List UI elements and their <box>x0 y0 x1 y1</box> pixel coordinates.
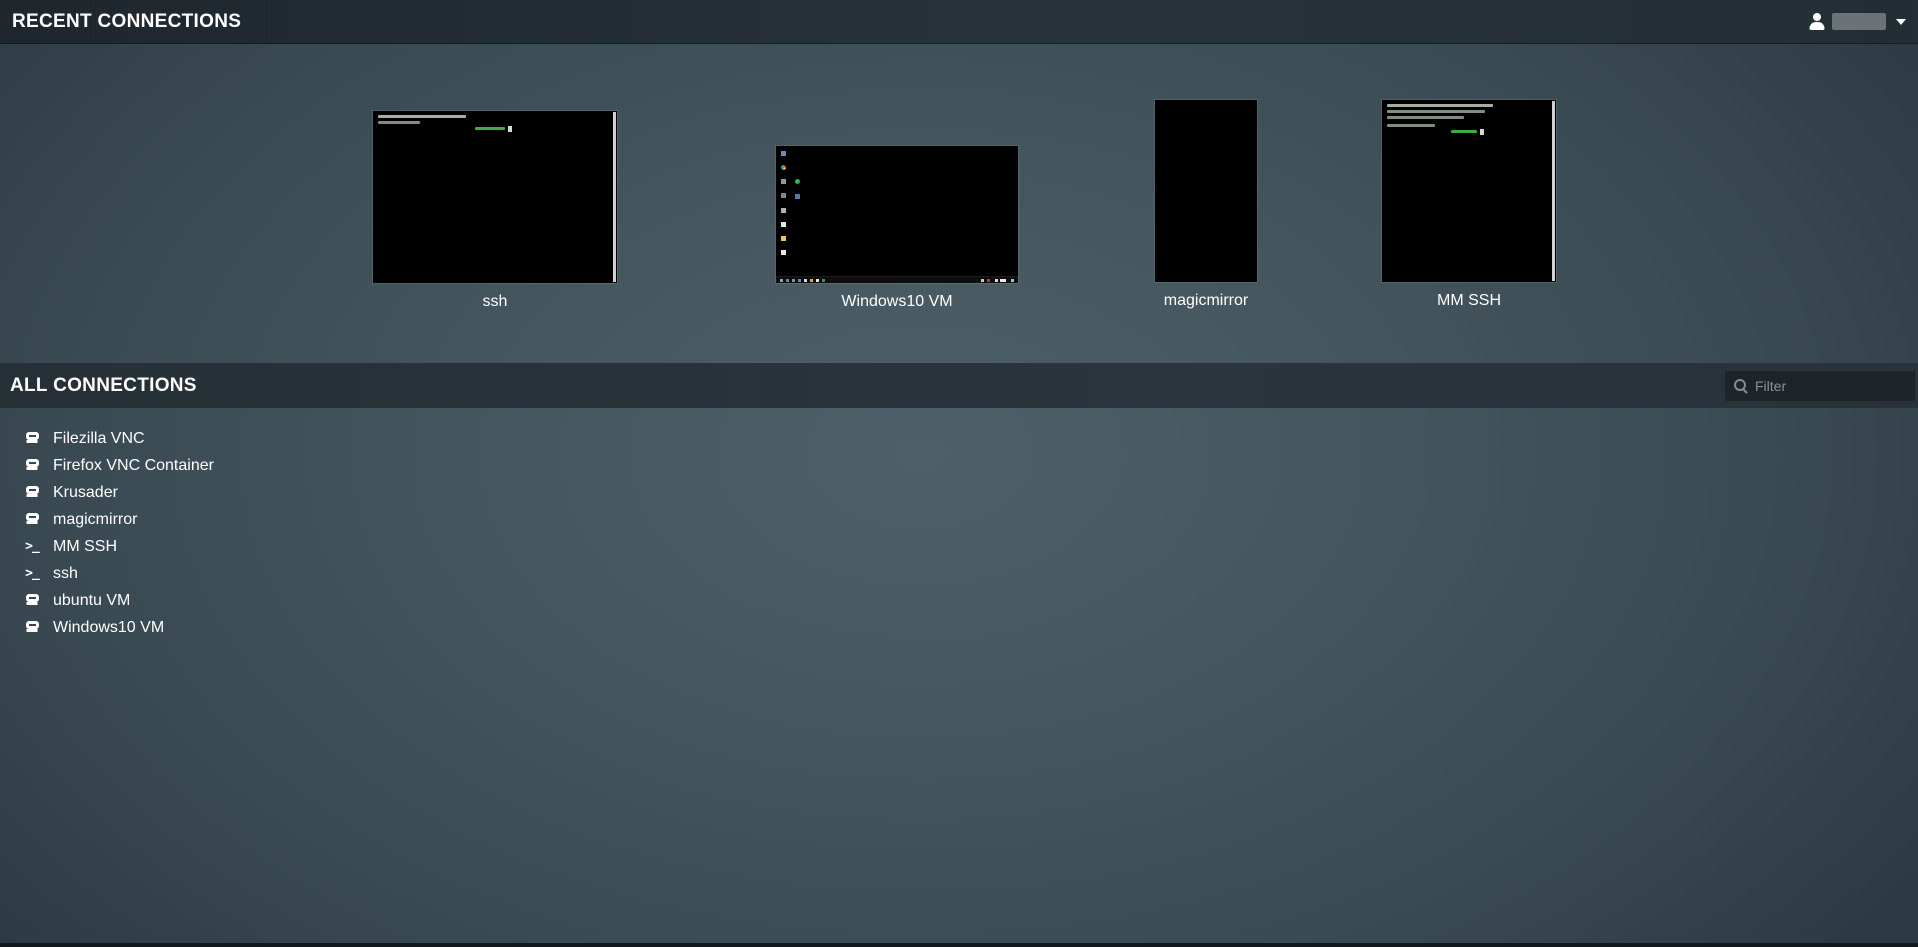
connection-list-item[interactable]: Firefox VNC Container <box>0 452 1918 479</box>
recent-connection-name: Windows10 VM <box>776 293 1018 311</box>
connection-thumbnail <box>1382 100 1556 282</box>
filter-input[interactable] <box>1755 378 1906 394</box>
connection-thumbnail <box>373 111 617 283</box>
section-title: ALL CONNECTIONS <box>10 375 197 397</box>
connection-name: Firefox VNC Container <box>53 457 214 475</box>
recent-connection-card[interactable]: magicmirror <box>1155 100 1257 310</box>
monitor-icon <box>20 432 44 446</box>
connection-name: Krusader <box>53 484 118 502</box>
guacamole-home: RECENT CONNECTIONS ssh <box>0 0 1918 947</box>
recent-connection-name: MM SSH <box>1382 292 1556 310</box>
connection-name: ssh <box>53 565 78 583</box>
caret-down-icon <box>1896 19 1906 25</box>
connection-list-item[interactable]: Filezilla VNC <box>0 425 1918 452</box>
monitor-icon <box>20 621 44 635</box>
user-menu-button[interactable] <box>1809 13 1906 30</box>
recent-connection-card[interactable]: MM SSH <box>1382 100 1556 310</box>
connection-thumbnail <box>1155 100 1257 282</box>
filter-box <box>1725 371 1915 401</box>
connection-list-item[interactable]: >_ MM SSH <box>0 533 1918 560</box>
monitor-icon <box>20 459 44 473</box>
monitor-icon <box>20 486 44 500</box>
connection-name: ubuntu VM <box>53 592 130 610</box>
top-bar: RECENT CONNECTIONS <box>0 0 1918 44</box>
connection-list-item[interactable]: Krusader <box>0 479 1918 506</box>
connection-list-item[interactable]: magicmirror <box>0 506 1918 533</box>
monitor-icon <box>20 594 44 608</box>
monitor-icon <box>20 513 44 527</box>
user-icon <box>1809 13 1825 30</box>
all-connections-bar: ALL CONNECTIONS <box>0 363 1918 408</box>
recent-connection-card[interactable]: ssh <box>373 111 617 311</box>
connection-list-item[interactable]: Windows10 VM <box>0 614 1918 641</box>
connection-name: MM SSH <box>53 538 117 556</box>
terminal-icon: >_ <box>20 540 44 553</box>
connection-name: magicmirror <box>53 511 137 529</box>
connection-name: Filezilla VNC <box>53 430 145 448</box>
recent-connection-name: magicmirror <box>1155 292 1257 310</box>
thumbnail-taskbar <box>776 276 1018 283</box>
recent-connection-card[interactable]: Windows10 VM <box>776 146 1018 311</box>
connection-list-item[interactable]: ubuntu VM <box>0 587 1918 614</box>
terminal-icon: >_ <box>20 567 44 580</box>
recent-connection-name: ssh <box>373 293 617 311</box>
page-title: RECENT CONNECTIONS <box>12 11 241 33</box>
connection-thumbnail <box>776 146 1018 283</box>
bottom-bar-edge <box>0 943 1918 947</box>
connection-name: Windows10 VM <box>53 619 164 637</box>
connection-list: Filezilla VNC Firefox VNC Container Krusad… <box>0 425 1918 641</box>
username-redacted <box>1832 13 1886 30</box>
search-icon <box>1734 379 1747 392</box>
connection-list-item[interactable]: >_ ssh <box>0 560 1918 587</box>
thumbnail-scrollbar <box>613 112 616 282</box>
thumbnail-scrollbar <box>1552 101 1555 281</box>
